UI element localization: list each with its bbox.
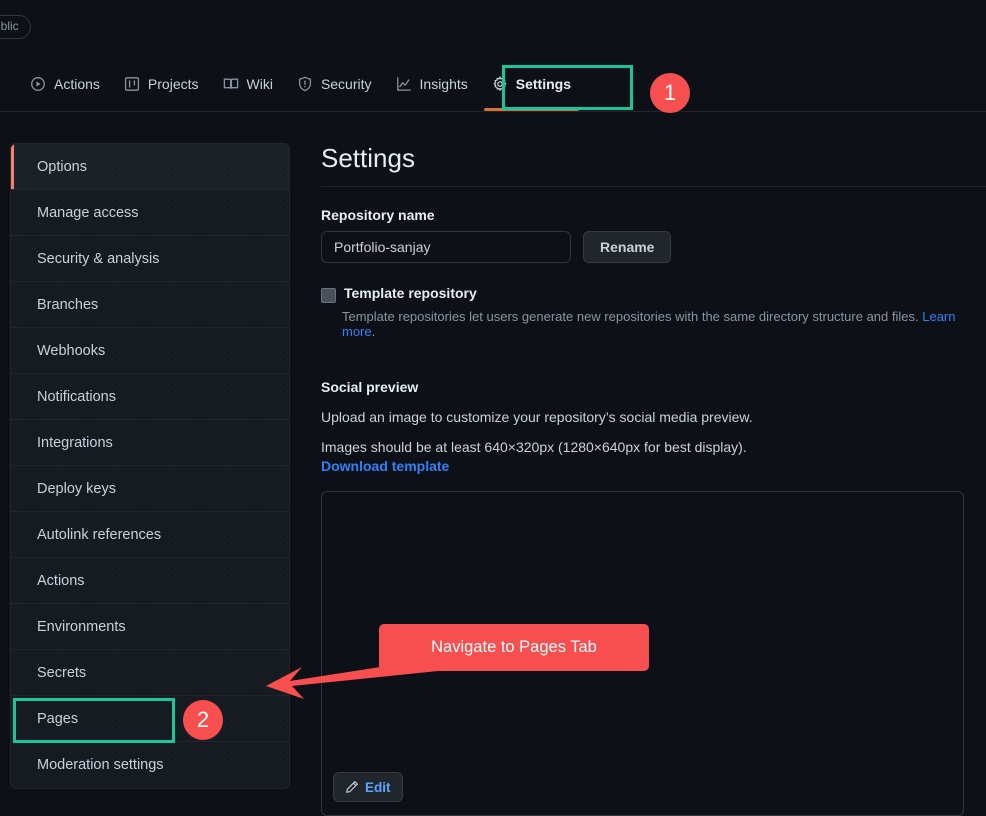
sidebar-item-label: Environments — [37, 619, 126, 635]
tab-label: Security — [320, 76, 372, 92]
template-repository-help-text: Template repositories let users generate… — [342, 309, 919, 324]
template-repository-help: Template repositories let users generate… — [342, 309, 966, 339]
sidebar-item-label: Options — [37, 159, 87, 175]
sidebar-item-integrations[interactable]: Integrations — [11, 420, 289, 466]
tab-label: Settings — [515, 76, 571, 92]
social-preview-description: Upload an image to customize your reposi… — [321, 409, 753, 425]
sidebar-item-actions[interactable]: Actions — [11, 558, 289, 604]
settings-sidebar: Options Manage access Security & analysi… — [10, 143, 290, 789]
annotation-callout: Navigate to Pages Tab — [379, 624, 649, 671]
sidebar-item-notifications[interactable]: Notifications — [11, 374, 289, 420]
pencil-icon — [345, 780, 359, 794]
rename-button[interactable]: Rename — [583, 231, 672, 263]
tab-label: Wiki — [246, 76, 273, 92]
edit-button[interactable]: Edit — [333, 772, 403, 802]
sidebar-item-security-analysis[interactable]: Security & analysis — [11, 236, 289, 282]
sidebar-item-label: Security & analysis — [37, 251, 160, 267]
repo-header: Public Actions Projects — [0, 0, 986, 112]
gear-icon — [492, 76, 508, 92]
sidebar-item-environments[interactable]: Environments — [11, 604, 289, 650]
tab-actions[interactable]: Actions — [18, 70, 112, 98]
title-divider — [321, 186, 986, 187]
social-preview-heading: Social preview — [321, 379, 419, 395]
sidebar-item-label: Actions — [37, 573, 85, 589]
sidebar-item-label: Secrets — [37, 665, 87, 681]
template-repository-label: Template repository — [344, 285, 477, 301]
sidebar-item-secrets[interactable]: Secrets — [11, 650, 289, 696]
annotation-callout-text: Navigate to Pages Tab — [431, 638, 597, 656]
tab-label: Projects — [147, 76, 199, 92]
graph-icon — [396, 76, 412, 92]
sidebar-item-options[interactable]: Options — [11, 144, 289, 190]
help-period: . — [371, 324, 376, 339]
tab-security[interactable]: Security — [285, 70, 384, 98]
sidebar-item-label: Pages — [37, 711, 79, 727]
sidebar-item-label: Moderation settings — [37, 757, 164, 773]
edit-button-label: Edit — [365, 779, 391, 795]
visibility-badge: Public — [0, 15, 31, 39]
template-repository-row: Template repository — [321, 285, 966, 303]
sidebar-item-branches[interactable]: Branches — [11, 282, 289, 328]
tab-insights[interactable]: Insights — [384, 70, 480, 98]
template-repository-checkbox[interactable] — [321, 288, 336, 303]
play-circle-icon — [30, 76, 46, 92]
tab-projects[interactable]: Projects — [112, 70, 211, 98]
sidebar-item-pages[interactable]: Pages — [11, 696, 289, 742]
book-icon — [223, 76, 239, 92]
repository-name-label: Repository name — [321, 207, 435, 223]
sidebar-item-label: Notifications — [37, 389, 116, 405]
shield-alert-icon — [297, 76, 313, 92]
sidebar-item-label: Integrations — [37, 435, 113, 451]
sidebar-item-label: Branches — [37, 297, 99, 313]
tab-settings[interactable]: Settings — [480, 70, 583, 111]
step-badge-2: 2 — [183, 700, 223, 740]
repo-nav-tabs: Actions Projects Wiki Security Insights … — [18, 70, 583, 111]
page-title: Settings — [321, 143, 415, 173]
sidebar-item-label: Manage access — [37, 205, 139, 221]
repository-name-input[interactable] — [321, 231, 571, 263]
step-badge-1: 1 — [650, 73, 690, 113]
sidebar-item-autolink-references[interactable]: Autolink references — [11, 512, 289, 558]
social-preview-size-note: Images should be at least 640×320px (128… — [321, 439, 747, 455]
tab-label: Insights — [419, 76, 468, 92]
download-template-link[interactable]: Download template — [321, 458, 966, 474]
sidebar-item-label: Deploy keys — [37, 481, 116, 497]
sidebar-item-label: Autolink references — [37, 527, 162, 543]
sidebar-item-manage-access[interactable]: Manage access — [11, 190, 289, 236]
sidebar-item-label: Webhooks — [37, 343, 106, 359]
sidebar-item-webhooks[interactable]: Webhooks — [11, 328, 289, 374]
project-board-icon — [124, 76, 140, 92]
sidebar-item-deploy-keys[interactable]: Deploy keys — [11, 466, 289, 512]
sidebar-item-moderation-settings[interactable]: Moderation settings — [11, 742, 289, 788]
settings-main-panel: Settings Repository name Rename Template… — [321, 143, 986, 816]
tab-label: Actions — [54, 76, 100, 92]
repository-name-row: Rename — [321, 231, 966, 263]
tab-wiki[interactable]: Wiki — [211, 70, 285, 98]
